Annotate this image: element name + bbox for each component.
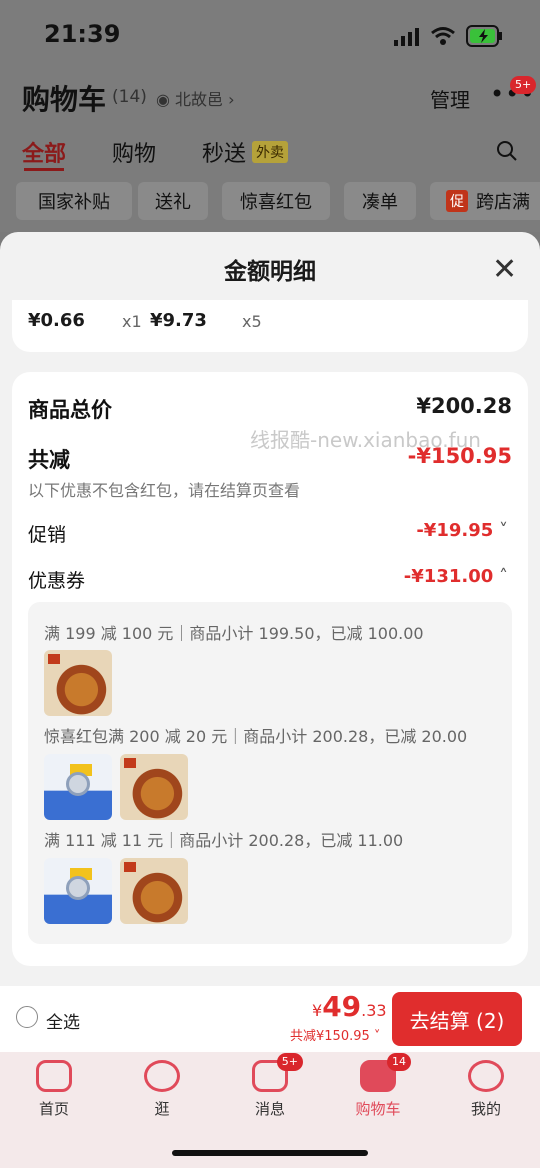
home-icon [36, 1060, 72, 1092]
messages-badge: 5+ [276, 1053, 303, 1071]
item-price-2: ¥9.73 [150, 310, 207, 331]
chevron-down-icon: ˅ [493, 520, 508, 541]
chip-cross-store-label: 跨店满 [476, 192, 530, 213]
coupon-line-1: 满 199 减 100 元｜商品小计 199.50，已减 100.00 [44, 624, 424, 643]
chip-gift[interactable]: 送礼 [138, 182, 208, 220]
coupon-label: 优惠券 [28, 570, 86, 592]
promo-toggle[interactable]: -¥19.95 ˅ [416, 520, 508, 541]
discount-note: 以下优惠不包含红包，请在结算页查看 [28, 481, 301, 500]
signal-icon [394, 28, 422, 50]
cart-icon: 14 [360, 1053, 411, 1092]
product-thumbnail-food [44, 650, 112, 716]
nav-cart[interactable]: 14 购物车 [338, 1053, 418, 1119]
item-price-1: ¥0.66 [28, 310, 85, 331]
promo-label: 促销 [28, 524, 67, 546]
manage-button[interactable]: 管理 [430, 84, 470, 113]
location-label: 北故邑 › [175, 90, 235, 109]
product-thumbnail-tape [44, 858, 112, 924]
chevron-down-icon: ˅ [369, 1029, 381, 1044]
nav-home[interactable]: 首页 [14, 1060, 94, 1119]
total-reduced-toggle[interactable]: 共减¥150.95 ˅ [290, 1025, 380, 1044]
coupon-value: -¥131.00 [403, 566, 494, 587]
cart-badge: 14 [387, 1053, 411, 1071]
chip-redpacket[interactable]: 惊喜红包 [222, 182, 330, 220]
nav-profile-label: 我的 [470, 1100, 501, 1118]
nav-profile[interactable]: 我的 [446, 1060, 526, 1119]
close-icon[interactable]: ✕ [492, 252, 517, 287]
total-reduced: 共减¥150.95 [290, 1029, 370, 1044]
more-badge: 5+ [510, 76, 537, 94]
tab-all[interactable]: 全部 [22, 136, 66, 168]
total-currency: ¥ [312, 1001, 323, 1020]
product-thumbnail-food [120, 858, 188, 924]
reduce-label: 共减 [28, 448, 70, 472]
message-icon: 5+ [252, 1053, 303, 1092]
chip-subsidy[interactable]: 国家补贴 [16, 182, 132, 220]
battery-icon [466, 25, 504, 51]
search-icon[interactable] [496, 140, 518, 166]
home-indicator [172, 1150, 368, 1156]
goods-total-value: ¥200.28 [416, 394, 512, 418]
select-all-label: 全选 [46, 1013, 80, 1033]
nav-messages-label: 消息 [254, 1100, 285, 1118]
tab-instant[interactable]: 秒送 [202, 136, 246, 168]
promo-icon: 促 [446, 190, 468, 212]
nav-browse-label: 逛 [154, 1100, 170, 1118]
tab-shopping[interactable]: 购物 [112, 136, 156, 168]
coupon-line-3: 满 111 减 11 元｜商品小计 200.28，已减 11.00 [44, 831, 404, 850]
nav-cart-label: 购物车 [355, 1100, 401, 1118]
nav-home-label: 首页 [38, 1100, 69, 1118]
status-time: 21:39 [44, 20, 121, 48]
product-thumbnail-tape [44, 754, 112, 820]
select-all-checkbox[interactable] [16, 1006, 38, 1028]
page-title: 购物车 [22, 83, 107, 116]
nav-messages[interactable]: 5+ 消息 [230, 1053, 310, 1119]
nav-browse[interactable]: 逛 [122, 1060, 202, 1119]
profile-icon [468, 1060, 504, 1092]
wifi-icon [430, 26, 456, 50]
waimai-badge: 外卖 [252, 141, 288, 163]
product-thumbnail-food [120, 754, 188, 820]
goods-total-label: 商品总价 [28, 398, 112, 422]
chip-cross-store[interactable]: 促跨店满 [430, 182, 540, 220]
item-qty-2: x5 [242, 312, 262, 331]
tab-underline [24, 168, 64, 171]
eye-icon: ◉ [156, 90, 176, 109]
item-qty-1: x1 [122, 312, 142, 331]
total-price: ¥49.33 [312, 990, 387, 1023]
browse-icon [144, 1060, 180, 1092]
coupon-line-2: 惊喜红包满 200 减 20 元｜商品小计 200.28，已减 20.00 [44, 727, 468, 746]
chevron-up-icon: ˄ [493, 566, 508, 587]
chip-combine[interactable]: 凑单 [344, 182, 416, 220]
total-decimal: .33 [361, 1001, 387, 1020]
coupon-toggle[interactable]: -¥131.00 ˄ [404, 566, 508, 587]
item-count: (14) [112, 87, 147, 107]
checkout-button[interactable]: 去结算 (2) [392, 992, 522, 1046]
reduce-value: -¥150.95 [407, 444, 512, 468]
item-price-card [12, 300, 528, 352]
location-selector[interactable]: ◉ 北故邑 › [156, 86, 235, 110]
promo-value: -¥19.95 [416, 520, 494, 541]
sheet-title: 金额明细 [224, 259, 316, 285]
total-amount: 49 [322, 990, 362, 1023]
